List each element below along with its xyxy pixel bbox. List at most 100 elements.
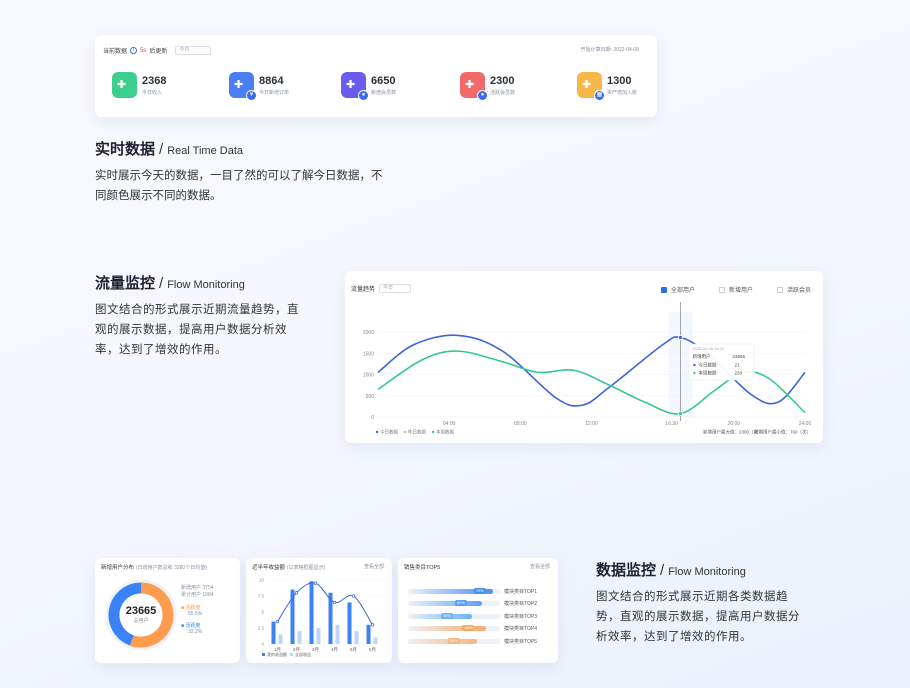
progress-track: 76% [408,587,500,594]
progress-track: 48% [408,625,500,632]
top-category-row[interactable]: 36% 模块类目TOP5 [408,635,553,648]
x-tick-label: 20:00 [728,421,741,427]
legend-label: 本周数据 [436,429,454,436]
tooltip-header-label: 新增用户 [692,353,710,360]
x-tick-label: 6月 [369,647,376,653]
legend-label: 今日数据 [380,429,398,436]
progress-fill: 36% [408,637,477,644]
desc-line: 图文结合的形式展示近期各类数据趋 [596,591,788,603]
stat-label: 今日新增订单 [259,89,290,96]
top-category-row[interactable]: 48% 模块类目TOP4 [408,623,553,636]
category-label: 模块类目TOP4 [504,626,537,633]
realtime-title: 实时数据 / Real Time Data [95,141,243,158]
top-category-row[interactable]: 62% 模块类目TOP2 [408,598,553,611]
legend-b-value: 32.2% [188,629,203,635]
x-tick-label: 4月 [331,647,338,653]
checkbox-checked-icon[interactable] [660,286,667,293]
filter-active-members[interactable]: 活跃会员 [776,285,811,294]
checkbox-icon[interactable] [718,286,725,293]
progress-tag: 62% [454,600,467,607]
info-icon: i [130,47,138,54]
y-tick-label: 1500 [363,351,374,357]
calendar-user-icon: ✚ ● [341,72,369,101]
bar-all [354,631,359,644]
desc-line: 析效率，达到了增效的作用。 [596,631,752,643]
donut-legend: 新增用户 3754 累计用户 1084 ■ 活跃度 55.5% ■ 活跃度 32… [181,584,214,635]
progress-fill: 62% [408,600,482,607]
x-tick-label: 08:00 [514,421,527,427]
datamon-description: 图文结合的形式展示近期各类数据趋 势，直观的展示数据，提高用户数据分 析效率，达… [596,587,826,647]
progress-tag: 55% [441,612,454,619]
stat-item-income[interactable]: ✚ 2368 今日收入 [112,72,166,98]
bar-all [335,624,340,644]
flow-title-cn: 流量监控 [95,275,156,292]
trend-point [332,600,337,605]
bar-mine [271,621,276,644]
top-card-view-all-link[interactable]: 查看全部 [530,563,550,570]
y-tick-label: 0 [371,415,374,421]
y-tick-label: 2.5 [258,626,265,631]
desc-line: 同颜色展示不同的数据。 [95,190,222,202]
x-tick-label: 16:30 [665,421,678,427]
x-tick-label: 24:00 [799,421,812,427]
stat-item-active[interactable]: ✚ ● 2300 活跃会员数 [460,72,515,101]
flow-description: 图文结合的形式展示近期流量趋势，直 观的展示数据，提高用户数据分析效 率，达到了… [95,300,325,360]
realtime-title-cn: 实时数据 [95,141,156,158]
desc-line: 势，直观的展示数据，提高用户数据分 [596,611,800,623]
stat-item-members[interactable]: ✚ ● 6650 新增会员数 [341,72,396,101]
progress-tag: 48% [462,625,475,632]
progress-tag: 76% [473,587,486,594]
category-label: 模块类目TOP1 [504,588,537,595]
flow-chart-title: 流量趋势 [351,287,376,293]
date-range-select[interactable]: 今日 [175,46,212,55]
flow-chart-card: 0 500 1000 1500 2000 04:00 08:00 12:00 16:30 20:0… [345,271,823,443]
flow-title: 流量监控 / Flow Monitoring [95,275,245,292]
legend-b: ■ 活跃度 [181,623,201,629]
y-tick-label: 0 [261,642,264,647]
tooltip-row1-value: 21 [734,363,740,368]
top-category-row[interactable]: 76% 模块类目TOP1 [408,585,553,598]
x-tick-label: 12:00 [585,421,598,427]
stat-item-assets[interactable]: ✚ ▦ 1300 资产增加入账 [577,72,637,101]
top-category-row[interactable]: 55% 模块类目TOP3 [408,610,553,623]
x-tick-label: 04:00 [443,421,456,427]
realtime-stats-card: 当前数据 i 5s 后更新 今日 开始计算日期: 2022-04-08 ✚ 23… [95,35,657,117]
filter-new-users[interactable]: 新增用户 [718,285,753,294]
y-tick-label: 7.5 [258,594,265,599]
stat-value: 2300 [490,74,515,87]
stats-header: 当前数据 i 5s 后更新 今日 [103,46,212,55]
income-bar-chart: 02.557.5101月 2月 3月 4月 5月 6月我的收益额 全部收益 [258,578,382,657]
wallet-icon: ✚ ▦ [577,72,605,101]
legend-a: ■ 活跃度 [181,605,201,611]
stat-item-orders[interactable]: ✚ ¥ 8864 今日新增订单 [229,72,290,101]
calendar-user-icon: ✚ ● [460,72,488,101]
stat-label: 今日收入 [142,89,163,96]
top5-categories-card: 销售类目TOP5 查看全部 76% 模块类目TOP1 62% 模块类目TOP2 55% 模… [398,558,558,663]
legend-label: 昨日数据 [408,429,426,436]
checkbox-icon[interactable] [776,286,783,293]
desc-line: 实时展示今天的数据，一目了然的可以了解今日数据，不 [95,170,383,182]
wallet-icon: ✚ [112,72,137,98]
x-tick-label: 3月 [312,647,319,653]
progress-fill: 55% [408,612,473,619]
progress-fill: 76% [408,587,493,594]
flow-range-select[interactable]: 今日 [379,284,412,293]
filter-all-users[interactable]: 全部用户 [660,285,695,294]
user-distribution-card: 新增用户分布 (日增用户数总和 3280个日均值) 23665 总用户 新增用户 … [95,558,240,663]
footer-min-value: 新增用户最小值：760（次） [754,429,811,436]
trend-point [294,591,299,595]
progress-track: 55% [408,612,500,619]
donut-center: 23665 总用户 [116,605,166,624]
legend-total-users: 累计用户 1084 [181,592,214,598]
category-label: 模块类目TOP5 [504,638,537,645]
trend-point [313,581,318,585]
donut-total: 23665 [125,605,157,617]
datamon-title-en: Flow Monitoring [668,566,746,578]
tooltip-dot-green [693,371,696,375]
hover-point-green [678,411,683,417]
datamon-title: 数据监控 / Flow Monitoring [596,562,746,579]
series-filter: 全部用户 新增用户 活跃会员 [660,285,811,294]
bar-all [297,631,302,644]
stat-value: 1300 [607,74,632,87]
progress-tag: 36% [447,637,460,644]
